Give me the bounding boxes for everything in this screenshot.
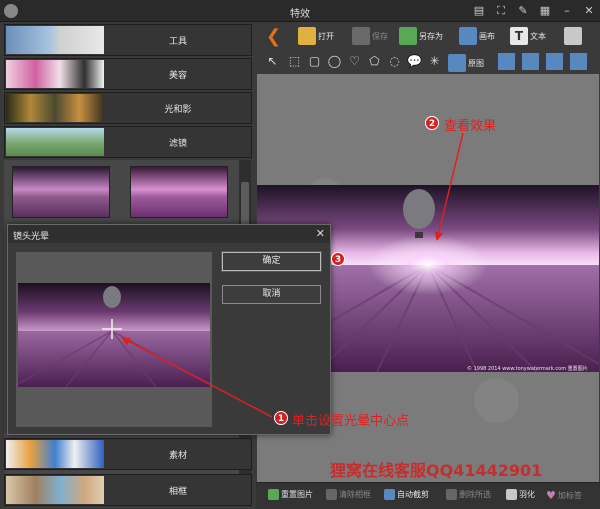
step1-badge: 1 xyxy=(274,411,288,425)
step2-badge: 2 xyxy=(425,116,439,130)
step1-text: 单击设置光晕中心点 xyxy=(292,414,410,429)
step2-arrow xyxy=(434,132,464,241)
watermark: 狸窝在线客服QQ41442901 xyxy=(330,461,543,480)
annotation-arrows xyxy=(121,132,464,418)
step2-text: 查看效果 xyxy=(444,119,497,134)
step3-badge: 3 xyxy=(331,252,345,266)
step1-arrow xyxy=(121,337,273,418)
